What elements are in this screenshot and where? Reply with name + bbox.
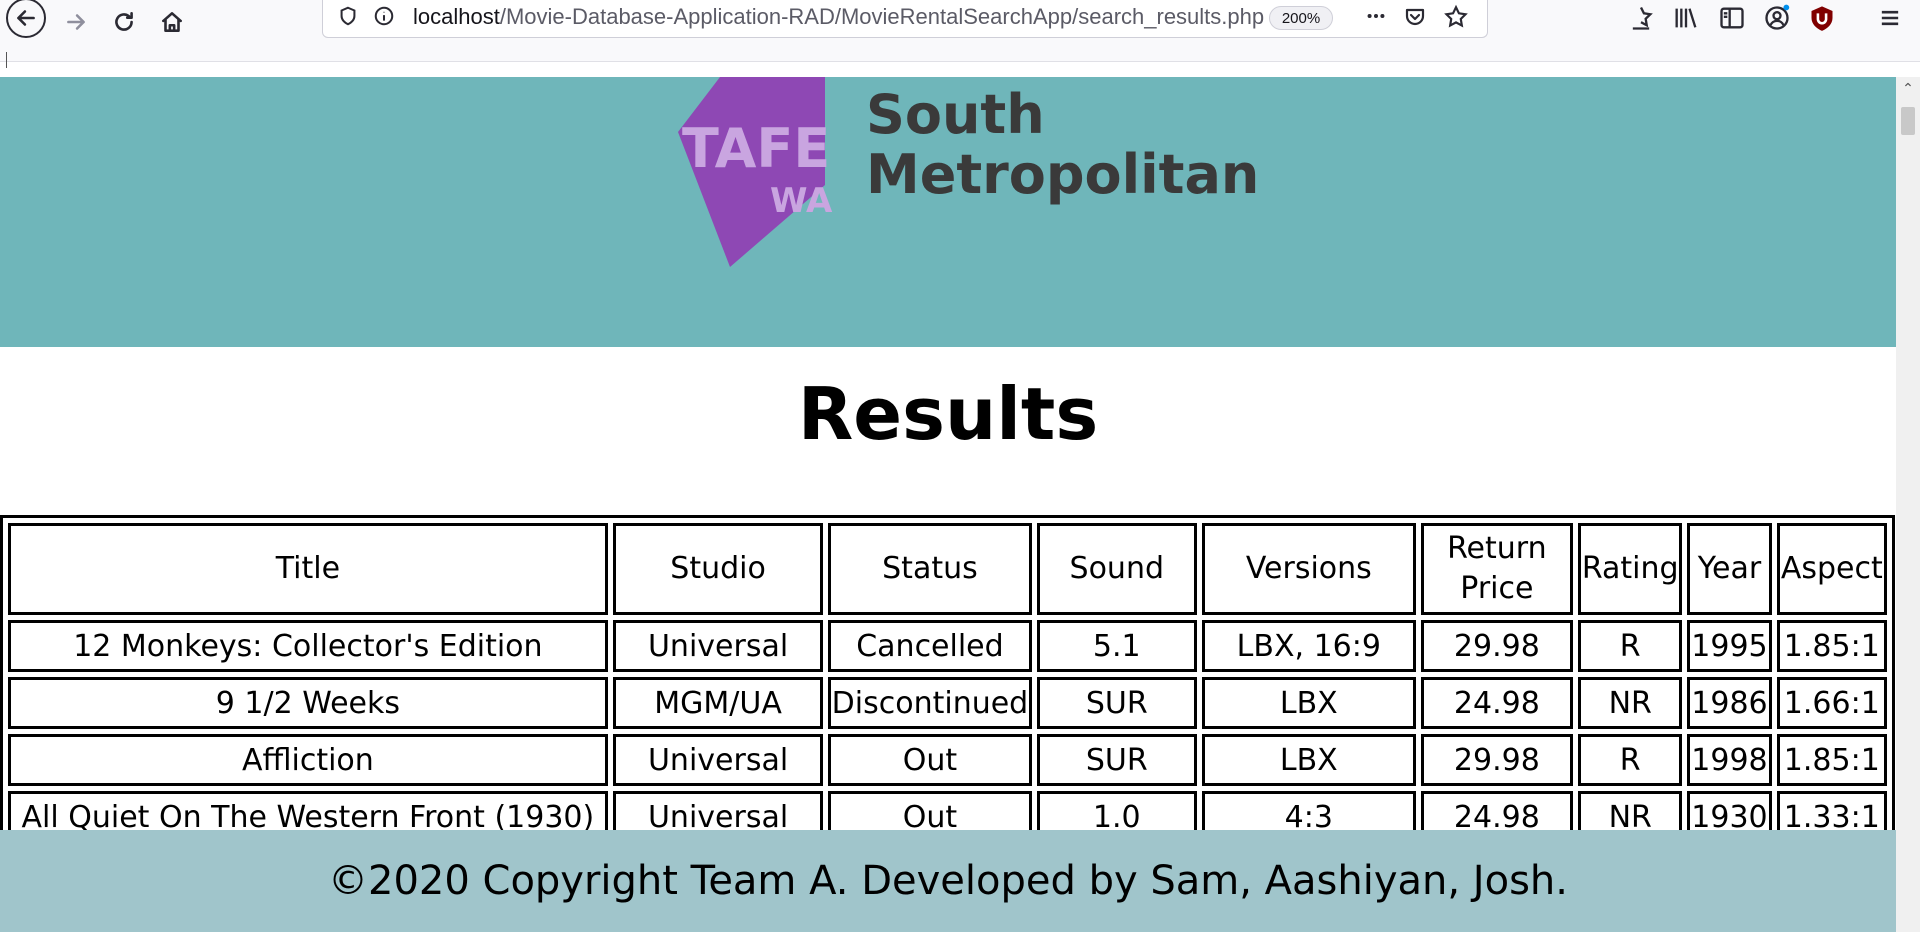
cell-title: Affliction (8, 734, 608, 786)
reading-list-icon[interactable] (1627, 4, 1655, 36)
cell-sound: SUR (1036, 734, 1197, 786)
shield-icon[interactable] (337, 5, 359, 31)
svg-text:TAFE: TAFE (682, 117, 830, 180)
cell-status: Out (828, 734, 1032, 786)
cell-return-price: 29.98 (1420, 620, 1574, 672)
col-header-versions: Versions (1202, 523, 1416, 615)
reload-button[interactable] (106, 4, 142, 40)
bookmark-star-icon[interactable] (1443, 4, 1469, 34)
account-icon[interactable] (1763, 4, 1791, 36)
col-header-return-price: Return Price (1420, 523, 1574, 615)
cell-rating: R (1578, 734, 1683, 786)
results-table: Title Studio Status Sound Versions Retur… (0, 515, 1895, 851)
table-header-row: Title Studio Status Sound Versions Retur… (8, 523, 1887, 615)
table-row: 9 1/2 Weeks MGM/UA Discontinued SUR LBX … (8, 677, 1887, 729)
col-header-rating: Rating (1578, 523, 1683, 615)
cell-aspect: 1.66:1 (1776, 677, 1887, 729)
browser-toolbar: localhost/Movie-Database-Application-RAD… (0, 0, 1920, 68)
cell-title: 12 Monkeys: Collector's Edition (8, 620, 608, 672)
pocket-icon[interactable] (1403, 5, 1427, 33)
table-row: Affliction Universal Out SUR LBX 29.98 R… (8, 734, 1887, 786)
zoom-level-badge[interactable]: 200% (1269, 6, 1333, 30)
table-row: 12 Monkeys: Collector's Edition Universa… (8, 620, 1887, 672)
info-icon[interactable] (373, 5, 395, 31)
scrollbar-thumb[interactable] (1901, 107, 1915, 135)
sidebar-icon[interactable] (1718, 4, 1746, 36)
url-text[interactable]: localhost/Movie-Database-Application-RAD… (413, 4, 1264, 30)
cell-versions: LBX (1202, 734, 1416, 786)
tafe-wa-emblem: TAFE WA (678, 77, 833, 267)
cell-rating: R (1578, 620, 1683, 672)
page-viewport: TAFE WA South Metropolitan Results Title… (0, 77, 1896, 932)
col-header-studio: Studio (612, 523, 824, 615)
cell-year: 1995 (1687, 620, 1772, 672)
cell-year: 1998 (1687, 734, 1772, 786)
text-caret (6, 52, 7, 68)
menu-icon[interactable] (1876, 4, 1904, 36)
cell-status: Discontinued (828, 677, 1032, 729)
back-button[interactable] (6, 0, 46, 38)
cell-return-price: 24.98 (1420, 677, 1574, 729)
cell-return-price: 29.98 (1420, 734, 1574, 786)
cell-studio: MGM/UA (612, 677, 824, 729)
site-header: TAFE WA South Metropolitan (0, 77, 1896, 347)
forward-button[interactable] (58, 4, 94, 40)
col-header-aspect: Aspect (1776, 523, 1887, 615)
tafe-logo: TAFE WA South Metropolitan (670, 77, 1259, 277)
results-table-wrapper: Title Studio Status Sound Versions Retur… (0, 515, 1896, 851)
more-icon[interactable] (1363, 5, 1389, 31)
cell-year: 1986 (1687, 677, 1772, 729)
cell-studio: Universal (612, 620, 824, 672)
col-header-year: Year (1687, 523, 1772, 615)
cell-title: 9 1/2 Weeks (8, 677, 608, 729)
url-host: localhost (413, 4, 500, 29)
reload-icon (115, 12, 133, 31)
cell-sound: 5.1 (1036, 620, 1197, 672)
cell-sound: SUR (1036, 677, 1197, 729)
scroll-up-icon[interactable]: ⌃ (1900, 81, 1916, 97)
cell-rating: NR (1578, 677, 1683, 729)
svg-text:WA: WA (770, 181, 833, 221)
url-path: /Movie-Database-Application-RAD/MovieRen… (499, 4, 1265, 29)
col-header-status: Status (828, 523, 1032, 615)
footer-copyright: ©2020 Copyright Team A. Developed by Sam… (328, 858, 1568, 904)
cell-versions: LBX, 16:9 (1202, 620, 1416, 672)
logo-wordmark: South Metropolitan (866, 85, 1259, 205)
logo-line-2: Metropolitan (866, 143, 1260, 206)
site-footer: ©2020 Copyright Team A. Developed by Sam… (0, 830, 1896, 932)
col-header-title: Title (8, 523, 608, 615)
cell-studio: Universal (612, 734, 824, 786)
vertical-scrollbar[interactable]: ⌃ (1896, 77, 1920, 932)
cell-versions: LBX (1202, 677, 1416, 729)
home-icon (162, 12, 182, 32)
arrow-right-icon (67, 14, 85, 30)
home-button[interactable] (154, 4, 190, 40)
address-bar[interactable]: localhost/Movie-Database-Application-RAD… (322, 0, 1488, 38)
ublock-icon[interactable] (1808, 4, 1836, 36)
page-title: Results (797, 372, 1099, 456)
logo-line-1: South (866, 83, 1045, 146)
cell-status: Cancelled (828, 620, 1032, 672)
cell-aspect: 1.85:1 (1776, 620, 1887, 672)
arrow-left-icon (17, 10, 35, 26)
col-header-sound: Sound (1036, 523, 1197, 615)
cell-aspect: 1.85:1 (1776, 734, 1887, 786)
library-icon[interactable] (1672, 4, 1700, 36)
